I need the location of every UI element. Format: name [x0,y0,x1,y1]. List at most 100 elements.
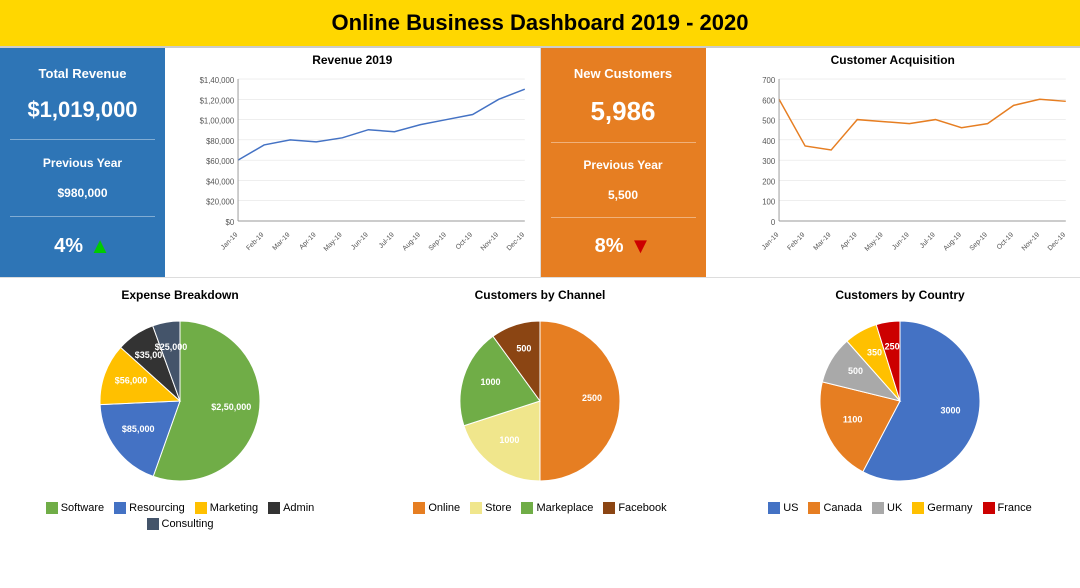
legend-item: Marketing [195,502,258,514]
svg-text:$0: $0 [226,218,235,227]
svg-text:$85,000: $85,000 [122,424,155,434]
svg-text:Jan-19: Jan-19 [220,231,240,251]
country-pie-title: Customers by Country [835,288,964,302]
svg-text:500: 500 [516,344,531,354]
legend-color-box [46,502,58,514]
revenue-chart-title: Revenue 2019 [170,53,535,67]
legend-label: Facebook [618,502,666,514]
svg-text:Aug-19: Aug-19 [402,231,422,252]
svg-text:Jun-19: Jun-19 [891,231,911,251]
country-pie-section: Customers by Country 30001100500350250 U… [720,288,1080,576]
dashboard-title: Online Business Dashboard 2019 - 2020 [0,0,1080,48]
prev-year-label: Previous Year [43,156,122,170]
legend-label: Marketing [210,502,258,514]
expense-pie-chart: $2,50,000$85,000$56,000$35,000$25,000 [70,306,290,496]
svg-text:Mar-19: Mar-19 [812,231,832,252]
expense-pie-title: Expense Breakdown [121,288,238,302]
expense-pie-section: Expense Breakdown $2,50,000 $85,000 $56,00… [0,288,360,576]
svg-text:500: 500 [762,116,776,125]
svg-text:$1,20,000: $1,20,000 [200,96,235,105]
svg-text:Feb-19: Feb-19 [786,231,806,252]
expense-legend: Software Resourcing Marketing Admin Consulti… [0,502,360,530]
nc-change-pct: 8% [595,235,624,258]
svg-text:3000: 3000 [940,405,960,415]
svg-text:350: 350 [867,348,882,358]
svg-text:Apr-19: Apr-19 [298,231,317,251]
nc-change: 8% ▼ [595,233,652,259]
svg-text:$1,00,000: $1,00,000 [200,116,235,125]
svg-text:$56,000: $56,000 [115,375,148,385]
legend-item: Software [46,502,104,514]
legend-color-box [114,502,126,514]
country-legend: USCanadaUKGermanyFrance [758,502,1042,514]
svg-text:200: 200 [762,177,776,186]
legend-item: Markeplace [521,502,593,514]
svg-text:0: 0 [770,218,775,227]
bottom-section: Expense Breakdown $2,50,000 $85,000 $56,00… [0,278,1080,576]
svg-text:1100: 1100 [843,414,863,424]
legend-color-box [268,502,280,514]
legend-color-box [808,502,820,514]
svg-text:Nov-19: Nov-19 [1020,231,1040,252]
legend-label: Consulting [162,518,214,530]
country-pie-chart: 30001100500350250 [790,306,1010,496]
channel-legend: Online Store Markeplace Facebook [403,502,676,514]
prev-year-value: $980,000 [57,186,107,200]
svg-text:Dec-19: Dec-19 [506,231,526,252]
svg-text:$25,000: $25,000 [155,342,188,352]
legend-label: Canada [823,502,862,514]
legend-color-box [872,502,884,514]
legend-label: Online [428,502,460,514]
svg-text:$80,000: $80,000 [206,137,235,146]
svg-text:400: 400 [762,137,776,146]
legend-item: Canada [808,502,862,514]
svg-text:600: 600 [762,96,776,105]
svg-text:$1,40,000: $1,40,000 [200,76,235,85]
legend-color-box [768,502,780,514]
top-section: Total Revenue $1,019,000 Previous Year $… [0,48,1080,278]
legend-label: Germany [927,502,972,514]
revenue-change-pct: 4% [54,235,83,258]
nc-prev-value: 5,500 [608,188,638,202]
legend-color-box [521,502,533,514]
legend-color-box [983,502,995,514]
legend-color-box [147,518,159,530]
legend-label: UK [887,502,902,514]
svg-text:$20,000: $20,000 [206,198,235,207]
legend-item: Facebook [603,502,666,514]
svg-text:$60,000: $60,000 [206,157,235,166]
down-arrow-icon: ▼ [630,233,652,259]
svg-text:May-19: May-19 [863,231,884,253]
legend-label: Markeplace [536,502,593,514]
revenue-chart-box: Revenue 2019 $1,40,000 $1,20,000 $1,00,000… [165,48,541,277]
channel-pie-chart: 250010001000500 [430,306,650,496]
channel-pie-section: Customers by Channel 250010001000500 Onl… [360,288,720,576]
svg-text:100: 100 [762,198,776,207]
legend-label: Store [485,502,511,514]
svg-text:Apr-19: Apr-19 [839,231,858,251]
svg-text:Feb-19: Feb-19 [245,231,265,252]
svg-text:1000: 1000 [481,377,501,387]
svg-text:Jul-19: Jul-19 [918,231,936,250]
svg-text:Dec-19: Dec-19 [1046,231,1066,252]
svg-text:Aug-19: Aug-19 [942,231,962,252]
legend-item: Consulting [147,518,214,530]
svg-text:1000: 1000 [499,435,519,445]
total-revenue-label: Total Revenue [39,66,127,81]
legend-label: Admin [283,502,314,514]
new-customers-value: 5,986 [590,96,655,127]
legend-label: France [998,502,1032,514]
legend-item: France [983,502,1032,514]
legend-item: Store [470,502,511,514]
svg-text:$2,50,000: $2,50,000 [211,402,251,412]
revenue-chart: $1,40,000 $1,20,000 $1,00,000 $80,000 $60,00… [170,71,535,266]
total-revenue-kpi: Total Revenue $1,019,000 Previous Year $… [0,48,165,277]
legend-item: Germany [912,502,972,514]
legend-color-box [413,502,425,514]
customer-acquisition-title: Customer Acquisition [711,53,1076,67]
legend-item: Resourcing [114,502,185,514]
svg-text:$40,000: $40,000 [206,177,235,186]
legend-color-box [912,502,924,514]
svg-text:Oct-19: Oct-19 [995,231,1014,251]
svg-text:Sep-19: Sep-19 [968,231,988,252]
